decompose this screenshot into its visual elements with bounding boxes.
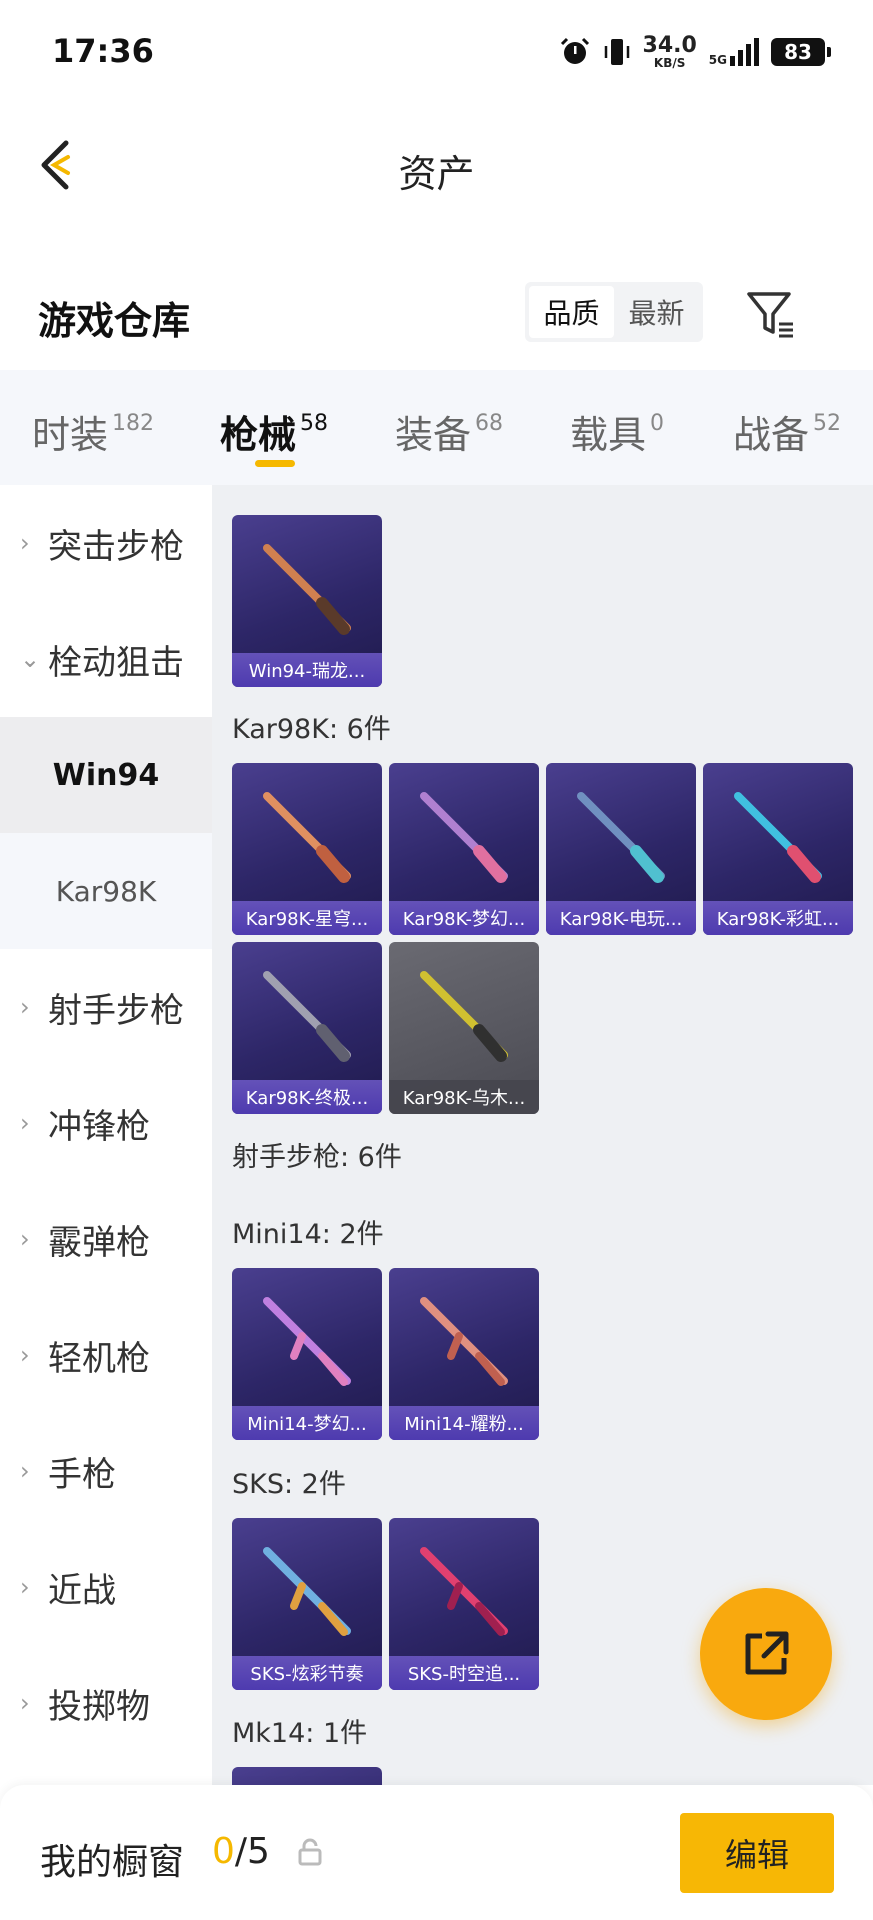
rifle-icon xyxy=(420,792,508,883)
sidebar-item-smg[interactable]: › 冲锋枪 xyxy=(0,1065,212,1181)
section-title: 游戏仓库 xyxy=(38,299,191,343)
filter-icon[interactable] xyxy=(745,288,797,340)
chevron-right-icon: › xyxy=(20,1225,30,1253)
rifle-icon xyxy=(420,1547,508,1636)
chevron-right-icon: › xyxy=(20,529,30,557)
sidebar-item-throwable[interactable]: › 投掷物 xyxy=(0,1645,212,1761)
group-label: 射手步枪: 6件 xyxy=(232,1142,402,1173)
item-card-label: Kar98K-彩虹... xyxy=(703,901,853,935)
page-title: 资产 xyxy=(398,152,475,196)
item-card[interactable]: Mini14-梦幻... xyxy=(232,1268,382,1440)
rifle-icon xyxy=(263,1547,351,1636)
tab-vehicles[interactable]: 载具 0 xyxy=(570,404,664,459)
item-card[interactable]: Kar98K-彩虹... xyxy=(703,763,853,935)
share-icon xyxy=(745,1631,789,1675)
tab-fashion[interactable]: 时装 182 xyxy=(32,404,154,459)
share-button[interactable] xyxy=(700,1588,832,1720)
group-label: Mini14: 2件 xyxy=(232,1219,384,1250)
item-card-label: Mini14-梦幻... xyxy=(232,1406,382,1440)
chevron-right-icon: › xyxy=(20,1573,30,1601)
rifle-icon xyxy=(263,971,351,1062)
signal-icon: 5G xyxy=(709,38,759,66)
item-card[interactable]: Kar98K-乌木... xyxy=(389,942,539,1114)
sidebar-item-melee[interactable]: › 近战 xyxy=(0,1529,212,1645)
showcase-count: 0/5 xyxy=(212,1831,270,1872)
chevron-right-icon: › xyxy=(20,1341,30,1369)
chevron-down-icon: ⌄ xyxy=(20,645,41,673)
tab-indicator xyxy=(255,460,295,467)
sort-toggle: 品质 最新 xyxy=(525,282,703,342)
status-bar: 17:36 34.0 KB/S 5G 83 xyxy=(0,0,873,105)
group-label: Mk14: 1件 xyxy=(232,1718,368,1749)
showcase-title: 我的橱窗 xyxy=(40,1842,185,1883)
item-card-label: Kar98K-电玩... xyxy=(546,901,696,935)
item-card[interactable]: Kar98K-星穹... xyxy=(232,763,382,935)
chevron-right-icon: › xyxy=(20,1457,30,1485)
rifle-icon xyxy=(734,792,822,883)
rifle-icon xyxy=(577,792,665,883)
item-card[interactable] xyxy=(232,1767,382,1785)
tab-equipment[interactable]: 装备 68 xyxy=(395,404,503,459)
sidebar-item-pistol[interactable]: › 手枪 xyxy=(0,1413,212,1529)
item-card[interactable]: Kar98K-终极... xyxy=(232,942,382,1114)
group-label: SKS: 2件 xyxy=(232,1469,346,1500)
sidebar-item-assault-rifle[interactable]: › 突击步枪 xyxy=(0,485,212,601)
item-card-label: Kar98K-梦幻... xyxy=(389,901,539,935)
nav-header: 资产 xyxy=(0,105,873,225)
tab-supplies[interactable]: 战备 52 xyxy=(733,404,841,459)
item-card-label: SKS-时空追... xyxy=(389,1656,539,1690)
sidebar-sub-win94[interactable]: Win94 xyxy=(0,717,212,833)
sidebar-item-bolt-sniper[interactable]: ⌄ 栓动狙击 xyxy=(0,601,212,717)
sidebar: › 突击步枪 ⌄ 栓动狙击 Win94 Kar98K › 射手步枪 › 冲锋枪 › 霰弹枪… xyxy=(0,485,212,1785)
item-card-label: Kar98K-终极... xyxy=(232,1080,382,1114)
rifle-icon xyxy=(263,1297,351,1386)
chevron-right-icon: › xyxy=(20,1109,30,1137)
sort-option-latest[interactable]: 最新 xyxy=(614,286,699,338)
item-card[interactable]: Win94-瑞龙... xyxy=(232,515,382,687)
rifle-icon xyxy=(420,1297,508,1386)
vibrate-icon xyxy=(604,39,629,65)
category-tabs: 时装 182 枪械 58 装备 68 载具 0 战备 52 xyxy=(0,370,873,485)
rifle-icon xyxy=(263,544,351,635)
item-card-label: Kar98K-乌木... xyxy=(389,1080,539,1114)
net-speed: 34.0 KB/S xyxy=(642,33,697,70)
sidebar-sub-kar98k[interactable]: Kar98K xyxy=(0,833,212,949)
item-card[interactable]: SKS-炫彩节奏 xyxy=(232,1518,382,1690)
edit-button[interactable]: 编辑 xyxy=(680,1813,834,1893)
tab-weapons[interactable]: 枪械 58 xyxy=(220,404,328,459)
item-card-label: SKS-炫彩节奏 xyxy=(232,1656,382,1690)
section-header: 游戏仓库 品质 最新 xyxy=(0,260,873,370)
item-card-label: Kar98K-星穹... xyxy=(232,901,382,935)
battery-icon: 83 xyxy=(771,38,831,66)
item-card[interactable]: Kar98K-梦幻... xyxy=(389,763,539,935)
group-label: Kar98K: 6件 xyxy=(232,714,391,745)
chevron-right-icon: › xyxy=(20,993,30,1021)
status-time: 17:36 xyxy=(52,32,154,70)
rifle-icon xyxy=(263,792,351,883)
item-card[interactable]: Mini14-耀粉... xyxy=(389,1268,539,1440)
lock-icon xyxy=(298,1838,322,1866)
sort-option-quality[interactable]: 品质 xyxy=(529,286,614,338)
item-card-label: Win94-瑞龙... xyxy=(232,653,382,687)
status-icons: 34.0 KB/S 5G 83 xyxy=(559,30,831,74)
sidebar-item-shotgun[interactable]: › 霰弹枪 xyxy=(0,1181,212,1297)
item-card[interactable]: SKS-时空追... xyxy=(389,1518,539,1690)
item-card[interactable]: Kar98K-电玩... xyxy=(546,763,696,935)
chevron-right-icon: › xyxy=(20,1689,30,1717)
showcase-bar: 我的橱窗 0/5 编辑 xyxy=(0,1785,873,1920)
rifle-icon xyxy=(420,971,508,1062)
alarm-icon xyxy=(560,37,589,64)
sidebar-item-lmg[interactable]: › 轻机枪 xyxy=(0,1297,212,1413)
item-card-label: Mini14-耀粉... xyxy=(389,1406,539,1440)
sidebar-item-marksman-rifle[interactable]: › 射手步枪 xyxy=(0,949,212,1065)
